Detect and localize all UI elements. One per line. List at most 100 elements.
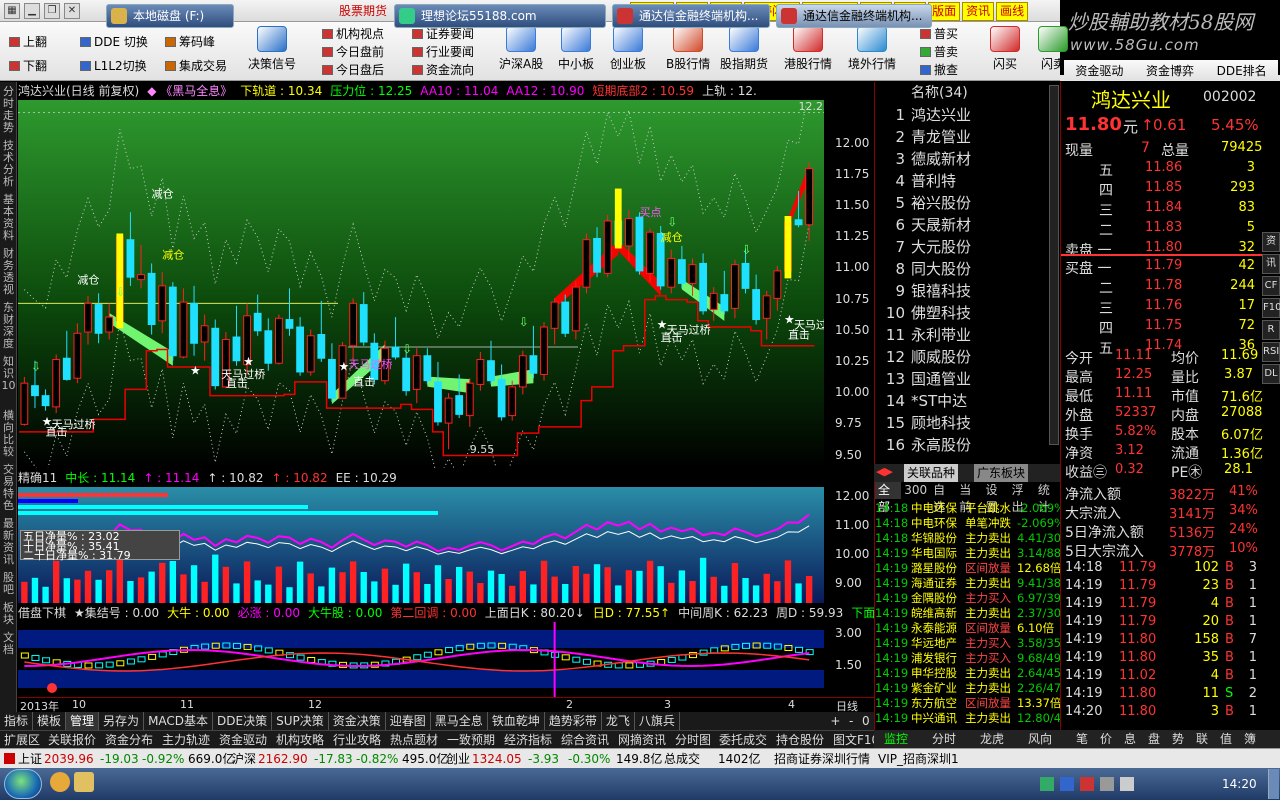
side-tab-6[interactable]: 横向比较 xyxy=(1,410,16,458)
alert-row[interactable]: 14:19 中兴通讯 主力卖出 12.80/4 xyxy=(875,711,1061,726)
side-tab-2[interactable]: 基本资料 xyxy=(1,194,16,242)
quote-side-tab[interactable]: 讯 xyxy=(1262,254,1280,274)
extension-tab-14[interactable]: 持仓股份 xyxy=(776,731,824,749)
right-tab-8[interactable]: 势 xyxy=(1172,730,1184,748)
toolbar-item-8[interactable]: 今日盘后 xyxy=(322,62,384,78)
alert-tab-5[interactable]: 浮出 xyxy=(1009,482,1035,514)
toolbar-big-button-3[interactable]: 创业板 xyxy=(610,26,646,72)
right-tab-3[interactable]: 风向 xyxy=(1028,730,1052,748)
right-tab-6[interactable]: 息 xyxy=(1124,730,1136,748)
toolbar-item-13[interactable]: 普卖 xyxy=(920,44,958,60)
stock-list-item[interactable]: 6 天晟新材 xyxy=(875,214,1061,236)
close-icon[interactable]: ✕ xyxy=(64,3,80,19)
task-button-3[interactable]: 通达信金融终端机构... xyxy=(776,4,932,28)
extension-tab-6[interactable]: 行业攻略 xyxy=(333,731,381,749)
task-button-0[interactable]: 本地磁盘 (F:) xyxy=(106,4,234,28)
toolbar-item-11[interactable]: 资金流向 xyxy=(412,62,474,78)
side-tab-4[interactable]: 东财深度 xyxy=(1,302,16,350)
clock[interactable]: 14:20 xyxy=(1222,777,1257,791)
extension-tab-1[interactable]: 关联报价 xyxy=(48,731,96,749)
alert-tab-3[interactable]: 当前 xyxy=(956,482,982,514)
right-tab-0[interactable]: 监控 xyxy=(884,730,908,748)
dde-rank-button[interactable]: DDE排名 xyxy=(1217,62,1267,79)
alert-row[interactable]: 14:18 中电环保 平台跳水 -2.069% xyxy=(875,501,1061,516)
alert-row[interactable]: 14:18 华锦股份 主力卖出 4.41/30 xyxy=(875,531,1061,546)
toolbar-item-12[interactable]: 普买 xyxy=(920,26,958,42)
stock-list-item[interactable]: 14 *ST中达 xyxy=(875,390,1061,412)
alert-tab-4[interactable]: 设置 xyxy=(982,482,1008,514)
quick-button-8[interactable]: 资讯 xyxy=(962,2,995,21)
side-tab-5[interactable]: 知识10 xyxy=(1,356,16,392)
toolbar-big-button-2[interactable]: 中小板 xyxy=(558,26,594,72)
indicator-tab-0[interactable]: 指标 xyxy=(0,712,34,730)
stock-list-item[interactable]: 5 裕兴股份 xyxy=(875,192,1061,214)
alert-row[interactable]: 14:19 金隅股份 主力买入 6.97/39 xyxy=(875,591,1061,606)
extension-tab-2[interactable]: 资金分布 xyxy=(105,731,153,749)
alert-row[interactable]: 14:19 申华控股 主力卖出 2.64/45 xyxy=(875,666,1061,681)
minimize-icon[interactable]: ▁ xyxy=(24,3,40,19)
toolbar-item-0[interactable]: 上翻 xyxy=(9,34,47,50)
toolbar-big-button-6[interactable]: 港股行情 xyxy=(784,26,832,72)
quick-button-9[interactable]: 画线 xyxy=(996,2,1029,21)
app-icon[interactable]: ▦ xyxy=(4,3,20,19)
stock-list-item[interactable]: 11 永利带业 xyxy=(875,324,1061,346)
quick-button-7[interactable]: 版面 xyxy=(928,2,961,21)
zoom-out-button[interactable]: + xyxy=(830,712,840,730)
toolbar-big-button-7[interactable]: 境外行情 xyxy=(848,26,896,72)
right-tab-10[interactable]: 值 xyxy=(1220,730,1232,748)
stock-list-item[interactable]: 12 顺威股份 xyxy=(875,346,1061,368)
stock-list-item[interactable]: 13 国通管业 xyxy=(875,368,1061,390)
extension-tab-5[interactable]: 机构攻略 xyxy=(276,731,324,749)
right-tab-1[interactable]: 分时 xyxy=(932,730,956,748)
indicator-tab-1[interactable]: 模板 xyxy=(33,712,67,730)
quote-side-tab[interactable]: RSI xyxy=(1262,342,1280,362)
indicator-tab-13[interactable]: 八旗兵 xyxy=(635,712,680,730)
alert-row[interactable]: 14:19 华电国际 主力卖出 3.14/88 xyxy=(875,546,1061,561)
toolbar-item-7[interactable]: 今日盘前 xyxy=(322,44,384,60)
ie-icon[interactable] xyxy=(50,772,70,792)
extension-tab-9[interactable]: 经济指标 xyxy=(504,731,552,749)
task-button-1[interactable]: 理想论坛55188.com xyxy=(394,4,606,28)
stock-list-item[interactable]: 3 德威新材 xyxy=(875,148,1061,170)
toolbar-item-5[interactable]: 集成交易 xyxy=(165,58,227,74)
toolbar-item-3[interactable]: L1L2切换 xyxy=(80,58,147,74)
toolbar-big-button-4[interactable]: B股行情 xyxy=(666,26,710,72)
stock-list-item[interactable]: 16 永高股份 xyxy=(875,434,1061,456)
extension-tab-13[interactable]: 委托成交 xyxy=(719,731,767,749)
stock-list-item[interactable]: 7 大元股份 xyxy=(875,236,1061,258)
indicator-tab-10[interactable]: 铁血乾坤 xyxy=(488,712,545,730)
alert-row[interactable]: 14:19 紫金矿业 主力卖出 2.26/47 xyxy=(875,681,1061,696)
toolbar-item-1[interactable]: 下翻 xyxy=(9,58,47,74)
alert-tab-2[interactable]: 自选 xyxy=(930,482,956,514)
indicator-tab-11[interactable]: 趋势彩带 xyxy=(545,712,602,730)
right-tab-4[interactable]: 笔 xyxy=(1076,730,1088,748)
stock-list-item[interactable]: 1 鸿达兴业 xyxy=(875,104,1061,126)
alert-row[interactable]: 14:18 中电环保 单笔冲跌 -2.069% xyxy=(875,516,1061,531)
indicator-tab-3[interactable]: 另存为 xyxy=(99,712,145,730)
zoom-in-button[interactable]: - xyxy=(849,712,853,730)
menu-0[interactable]: 股票期货 xyxy=(330,0,396,22)
side-tab-11[interactable]: 文档 xyxy=(1,632,16,656)
tray-icon-1[interactable] xyxy=(1040,777,1054,791)
extension-tab-4[interactable]: 资金驱动 xyxy=(219,731,267,749)
extension-tab-3[interactable]: 主力轨迹 xyxy=(162,731,210,749)
extension-tab-12[interactable]: 分时图 xyxy=(675,731,711,749)
stock-list-item[interactable]: 2 青龙管业 xyxy=(875,126,1061,148)
quote-side-tab[interactable]: 资 xyxy=(1262,232,1280,252)
extension-tab-0[interactable]: 扩展区 xyxy=(4,731,40,749)
indicator-tab-5[interactable]: DDE决策 xyxy=(213,712,273,730)
side-tab-8[interactable]: 最新资讯 xyxy=(1,518,16,566)
folder-icon[interactable] xyxy=(74,772,94,792)
quote-side-tab[interactable]: CF xyxy=(1262,276,1280,296)
alert-tab-1[interactable]: 300 xyxy=(901,482,930,499)
toolbar-item-6[interactable]: 机构视点 xyxy=(322,26,384,42)
side-tab-0[interactable]: 分时走势 xyxy=(1,86,16,134)
indicator-tab-2[interactable]: 管理 xyxy=(66,712,100,730)
indicator-tab-9[interactable]: 黑马全息 xyxy=(431,712,488,730)
tray-icon-2[interactable] xyxy=(1060,777,1074,791)
toolbar-item-2[interactable]: DDE 切换 xyxy=(80,34,148,50)
alert-row[interactable]: 14:19 华远地产 主力买入 3.58/35 xyxy=(875,636,1061,651)
right-tab-11[interactable]: 簿 xyxy=(1244,730,1256,748)
toolbar-item-10[interactable]: 行业要闻 xyxy=(412,44,474,60)
fund-drive-button[interactable]: 资金驱动 xyxy=(1075,62,1123,79)
